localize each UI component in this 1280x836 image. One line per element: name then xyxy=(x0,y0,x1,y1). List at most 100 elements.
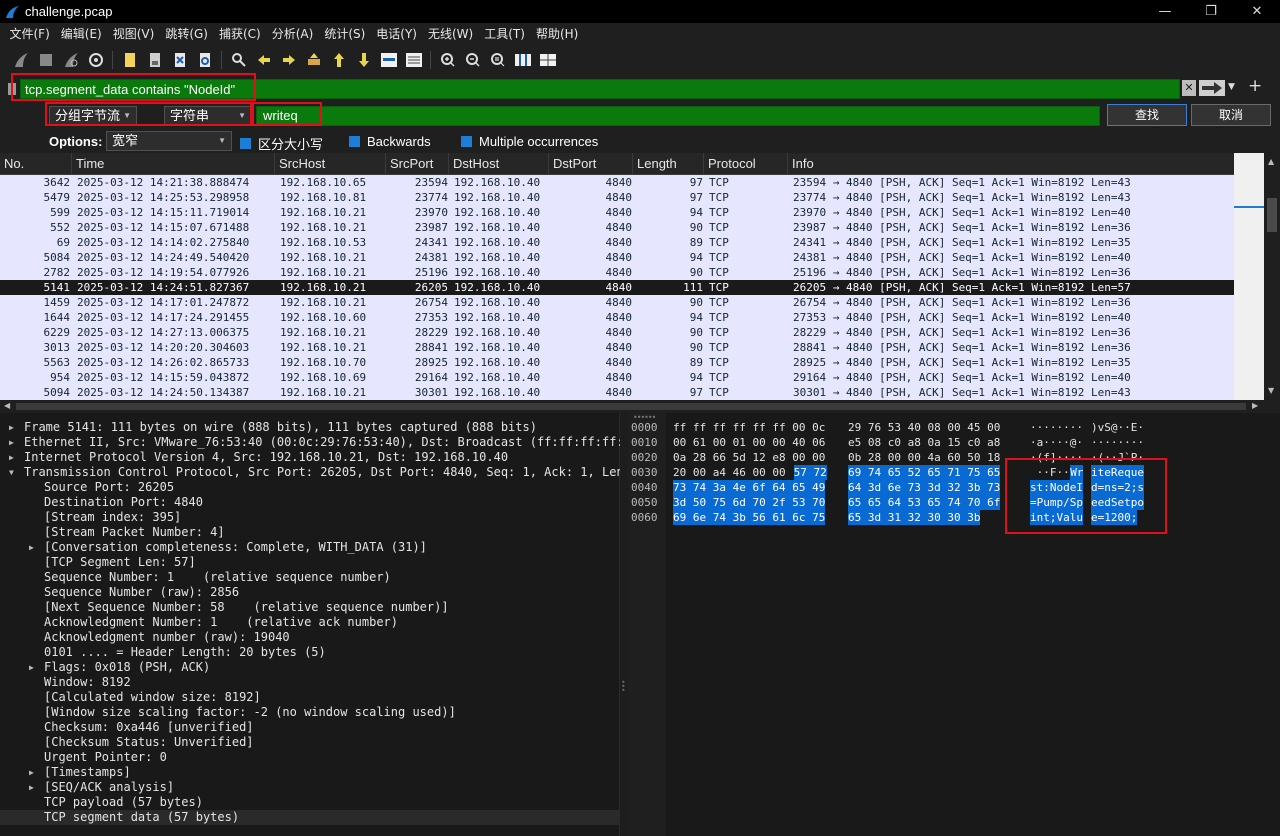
auto-scroll-icon[interactable] xyxy=(376,49,401,71)
detail-item[interactable]: [Next Sequence Number: 58 (relative sequ… xyxy=(0,600,620,615)
add-filter-button-icon[interactable]: + xyxy=(1248,76,1262,96)
close-button[interactable]: ✕ xyxy=(1234,0,1280,23)
detail-item[interactable]: ▼ Transmission Control Protocol, Src Port… xyxy=(0,465,620,480)
detail-item[interactable]: ▶ [Conversation completeness: Complete, W… xyxy=(0,540,620,555)
detail-item[interactable]: ▶ Frame 5141: 111 bytes on wire (888 bits… xyxy=(0,420,620,435)
start-capture-icon[interactable] xyxy=(8,49,33,71)
detail-item[interactable]: Destination Port: 4840 xyxy=(0,495,620,510)
menu-go[interactable]: 跳转(G) xyxy=(160,25,214,42)
packet-row-selected[interactable]: 5141 2025-03-12 14:24:51.827367 192.168.10… xyxy=(0,280,1234,295)
packet-row[interactable]: 2782 2025-03-12 14:19:54.077926 192.168.10… xyxy=(0,265,1234,280)
zoom-in-icon[interactable] xyxy=(435,49,460,71)
detail-item[interactable]: ▶ Internet Protocol Version 4, Src: 192.1… xyxy=(0,450,620,465)
column-dsthost[interactable]: DstHost xyxy=(449,153,549,174)
detail-item[interactable]: [Window size scaling factor: -2 (no wind… xyxy=(0,705,620,720)
multiple-occurrences-checkbox[interactable]: Multiple occurrences xyxy=(461,134,598,149)
detail-item[interactable]: ▶ Flags: 0x018 (PSH, ACK) xyxy=(0,660,620,675)
collapsed-arrow-icon[interactable]: ▶ xyxy=(9,420,14,435)
go-back-icon[interactable] xyxy=(251,49,276,71)
detail-item[interactable]: ▶ [Timestamps] xyxy=(0,765,620,780)
collapsed-arrow-icon[interactable]: ▶ xyxy=(29,660,34,675)
packet-row[interactable]: 954 2025-03-12 14:15:59.043872 192.168.10.… xyxy=(0,370,1234,385)
detail-item[interactable]: Window: 8192 xyxy=(0,675,620,690)
menu-tools[interactable]: 工具(T) xyxy=(479,25,531,42)
open-file-icon[interactable] xyxy=(117,49,142,71)
colorize-icon[interactable] xyxy=(401,49,426,71)
packet-list-hscrollbar[interactable]: ◀ ▶ xyxy=(0,400,1280,413)
detail-item[interactable]: Acknowledgment number (raw): 19040 xyxy=(0,630,620,645)
menu-file[interactable]: 文件(F) xyxy=(4,25,55,42)
column-no[interactable]: No. xyxy=(0,153,72,174)
column-dstport[interactable]: DstPort xyxy=(549,153,633,174)
detail-item[interactable]: 0101 .... = Header Length: 20 bytes (5) xyxy=(0,645,620,660)
detail-item[interactable]: Source Port: 26205 xyxy=(0,480,620,495)
column-time[interactable]: Time xyxy=(72,153,275,174)
packet-row[interactable]: 5094 2025-03-12 14:24:50.134387 192.168.10… xyxy=(0,385,1234,400)
packet-row[interactable]: 599 2025-03-12 14:15:11.719014 192.168.10.… xyxy=(0,205,1234,220)
packet-minimap[interactable] xyxy=(1234,153,1264,400)
menu-telephony[interactable]: 电话(Y) xyxy=(371,25,423,42)
scroll-up-icon[interactable]: ▲ xyxy=(1268,157,1274,166)
detail-item[interactable]: [Calculated window size: 8192] xyxy=(0,690,620,705)
packet-row[interactable]: 1459 2025-03-12 14:17:01.247872 192.168.10… xyxy=(0,295,1234,310)
maximize-button[interactable]: ❐ xyxy=(1188,0,1234,23)
packet-row[interactable]: 5479 2025-03-12 14:25:53.298958 192.168.10… xyxy=(0,190,1234,205)
resize-columns-icon[interactable] xyxy=(510,49,535,71)
detail-item-selected[interactable]: TCP segment data (57 bytes) xyxy=(0,810,620,825)
column-info[interactable]: Info xyxy=(788,153,1234,174)
menu-statistics[interactable]: 统计(S) xyxy=(319,25,371,42)
apply-filter-button[interactable] xyxy=(1199,80,1225,96)
menu-view[interactable]: 视图(V) xyxy=(107,25,160,42)
reload-file-icon[interactable] xyxy=(192,49,217,71)
zoom-reset-icon[interactable] xyxy=(485,49,510,71)
packet-row[interactable]: 1644 2025-03-12 14:17:24.291455 192.168.10… xyxy=(0,310,1234,325)
stop-capture-icon[interactable] xyxy=(33,49,58,71)
packet-row[interactable]: 552 2025-03-12 14:15:07.671488 192.168.10.… xyxy=(0,220,1234,235)
expand-all-icon[interactable] xyxy=(535,49,560,71)
charset-select[interactable]: 宽窄 ▼ xyxy=(106,131,232,151)
detail-item[interactable]: Sequence Number: 1 (relative sequence nu… xyxy=(0,570,620,585)
save-file-icon[interactable] xyxy=(142,49,167,71)
detail-item[interactable]: ▶ Ethernet II, Src: VMware_76:53:40 (00:0… xyxy=(0,435,620,450)
column-length[interactable]: Length xyxy=(633,153,704,174)
detail-item[interactable]: Sequence Number (raw): 2856 xyxy=(0,585,620,600)
last-packet-icon[interactable] xyxy=(351,49,376,71)
expanded-arrow-icon[interactable]: ▼ xyxy=(9,465,14,480)
minimize-button[interactable]: — xyxy=(1142,0,1188,23)
column-protocol[interactable]: Protocol xyxy=(704,153,788,174)
find-packet-icon[interactable] xyxy=(226,49,251,71)
detail-item[interactable]: [Stream index: 395] xyxy=(0,510,620,525)
scroll-down-icon[interactable]: ▼ xyxy=(1268,386,1274,395)
filter-history-dropdown-icon[interactable]: ▼ xyxy=(1228,82,1235,92)
find-button[interactable]: 查找 xyxy=(1107,104,1187,126)
collapsed-arrow-icon[interactable]: ▶ xyxy=(29,765,34,780)
menu-analyze[interactable]: 分析(A) xyxy=(266,25,319,42)
close-file-icon[interactable] xyxy=(167,49,192,71)
go-to-packet-icon[interactable] xyxy=(301,49,326,71)
collapsed-arrow-icon[interactable]: ▶ xyxy=(9,450,14,465)
detail-item[interactable]: ▶ [SEQ/ACK analysis] xyxy=(0,780,620,795)
menu-capture[interactable]: 捕获(C) xyxy=(213,25,266,42)
detail-item[interactable]: Urgent Pointer: 0 xyxy=(0,750,620,765)
detail-item[interactable]: [Stream Packet Number: 4] xyxy=(0,525,620,540)
packet-list-scrollbar[interactable]: ▲ ▼ xyxy=(1264,153,1280,400)
case-sensitive-checkbox[interactable]: 区分大小写 xyxy=(240,134,323,153)
clear-filter-icon[interactable]: ✕ xyxy=(1182,80,1196,96)
go-forward-icon[interactable] xyxy=(276,49,301,71)
cancel-button[interactable]: 取消 xyxy=(1191,104,1271,126)
menu-wireless[interactable]: 无线(W) xyxy=(423,25,479,42)
detail-item[interactable]: Acknowledgment Number: 1 (relative ack n… xyxy=(0,615,620,630)
capture-options-icon[interactable] xyxy=(83,49,108,71)
column-srcport[interactable]: SrcPort xyxy=(386,153,449,174)
scroll-thumb[interactable] xyxy=(1267,198,1277,232)
packet-row[interactable]: 69 2025-03-12 14:14:02.275840 192.168.10.5… xyxy=(0,235,1234,250)
first-packet-icon[interactable] xyxy=(326,49,351,71)
packet-row[interactable]: 3013 2025-03-12 14:20:20.304603 192.168.10… xyxy=(0,340,1234,355)
scroll-right-icon[interactable]: ▶ xyxy=(1252,401,1258,410)
pane-splitter[interactable]: • • • xyxy=(620,413,628,836)
collapsed-arrow-icon[interactable]: ▶ xyxy=(9,435,14,450)
restart-capture-icon[interactable] xyxy=(58,49,83,71)
collapsed-arrow-icon[interactable]: ▶ xyxy=(29,540,34,555)
detail-item[interactable]: TCP payload (57 bytes) xyxy=(0,795,620,810)
detail-item[interactable]: [TCP Segment Len: 57] xyxy=(0,555,620,570)
